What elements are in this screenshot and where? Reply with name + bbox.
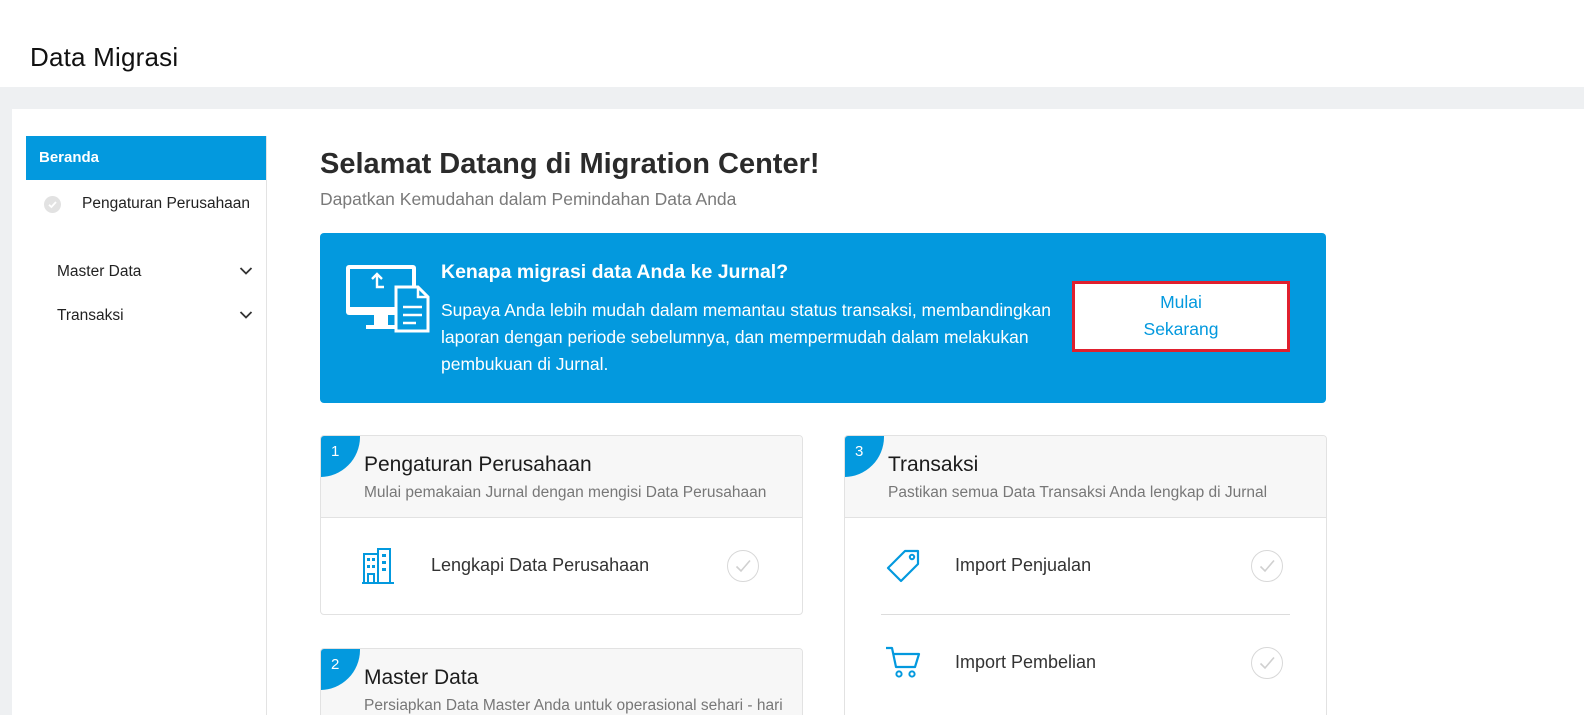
task-import-penjualan[interactable]: Import Penjualan (845, 518, 1326, 615)
step-title: Pengaturan Perusahaan (364, 453, 592, 476)
building-icon (362, 548, 394, 584)
step-header: 3 Transaksi Pastikan semua Data Transaks… (845, 436, 1326, 518)
step-subtitle: Persiapkan Data Master Anda untuk operas… (364, 697, 783, 714)
chevron-down-icon (239, 267, 253, 275)
step-title: Master Data (364, 666, 479, 689)
sidebar-item-transaksi[interactable]: Transaksi (26, 294, 266, 338)
tag-icon (886, 549, 920, 583)
step-number-badge: 1 (321, 436, 360, 477)
sidebar-item-beranda[interactable]: Beranda (26, 136, 266, 180)
check-circle-icon (44, 196, 61, 213)
migration-banner: Kenapa migrasi data Anda ke Jurnal? Supa… (320, 233, 1326, 403)
start-now-label-line2: Sekarang (1143, 319, 1219, 339)
step-subtitle: Mulai pemakaian Jurnal dengan mengisi Da… (364, 484, 767, 501)
task-label: Lengkapi Data Perusahaan (431, 555, 650, 575)
check-circle-icon (1251, 550, 1283, 582)
check-circle-icon (1251, 647, 1283, 679)
step-number-badge: 3 (845, 436, 884, 477)
start-now-label-line1: Mulai (1160, 292, 1202, 312)
step-card-pengaturan-perusahaan: 1 Pengaturan Perusahaan Mulai pemakaian … (320, 435, 803, 615)
step-header: 1 Pengaturan Perusahaan Mulai pemakaian … (321, 436, 802, 518)
welcome-title: Selamat Datang di Migration Center! (320, 148, 820, 180)
welcome-subtitle: Dapatkan Kemudahan dalam Pemindahan Data… (320, 189, 737, 209)
sidebar-item-label: Master Data (57, 263, 142, 280)
banner-text: Supaya Anda lebih mudah dalam memantau s… (441, 300, 1051, 374)
task-label: Import Penjualan (955, 555, 1092, 575)
step-subtitle: Pastikan semua Data Transaksi Anda lengk… (888, 484, 1268, 501)
top-bar: Data Migrasi (0, 0, 1584, 87)
task-label: Import Pembelian (955, 652, 1097, 672)
task-lengkapi-data-perusahaan[interactable]: Lengkapi Data Perusahaan (321, 518, 802, 614)
step-header: 2 Master Data Persiapkan Data Master And… (321, 649, 802, 715)
banner-heading: Kenapa migrasi data Anda ke Jurnal? (441, 261, 789, 283)
cart-icon (886, 646, 921, 678)
check-circle-icon (727, 550, 759, 582)
page-title: Data Migrasi (30, 42, 179, 72)
sidebar-item-master-data[interactable]: Master Data (26, 250, 266, 294)
sidebar-item-label: Pengaturan Perusahaan (82, 195, 251, 212)
sidebar: Beranda Pengaturan Perusahaan Master Dat… (26, 136, 267, 715)
step-card-master-data: 2 Master Data Persiapkan Data Master And… (320, 648, 803, 715)
chevron-down-icon (239, 311, 253, 319)
task-import-pembelian[interactable]: Import Pembelian (845, 615, 1326, 712)
sidebar-item-label: Transaksi (57, 307, 124, 324)
sidebar-item-pengaturan-perusahaan[interactable]: Pengaturan Perusahaan (26, 180, 266, 250)
start-now-button[interactable]: Mulai Sekarang (1072, 281, 1290, 352)
step-title: Transaksi (888, 453, 979, 476)
step-number-badge: 2 (321, 649, 360, 690)
step-card-transaksi: 3 Transaksi Pastikan semua Data Transaks… (844, 435, 1327, 715)
monitor-document-icon (346, 265, 430, 333)
